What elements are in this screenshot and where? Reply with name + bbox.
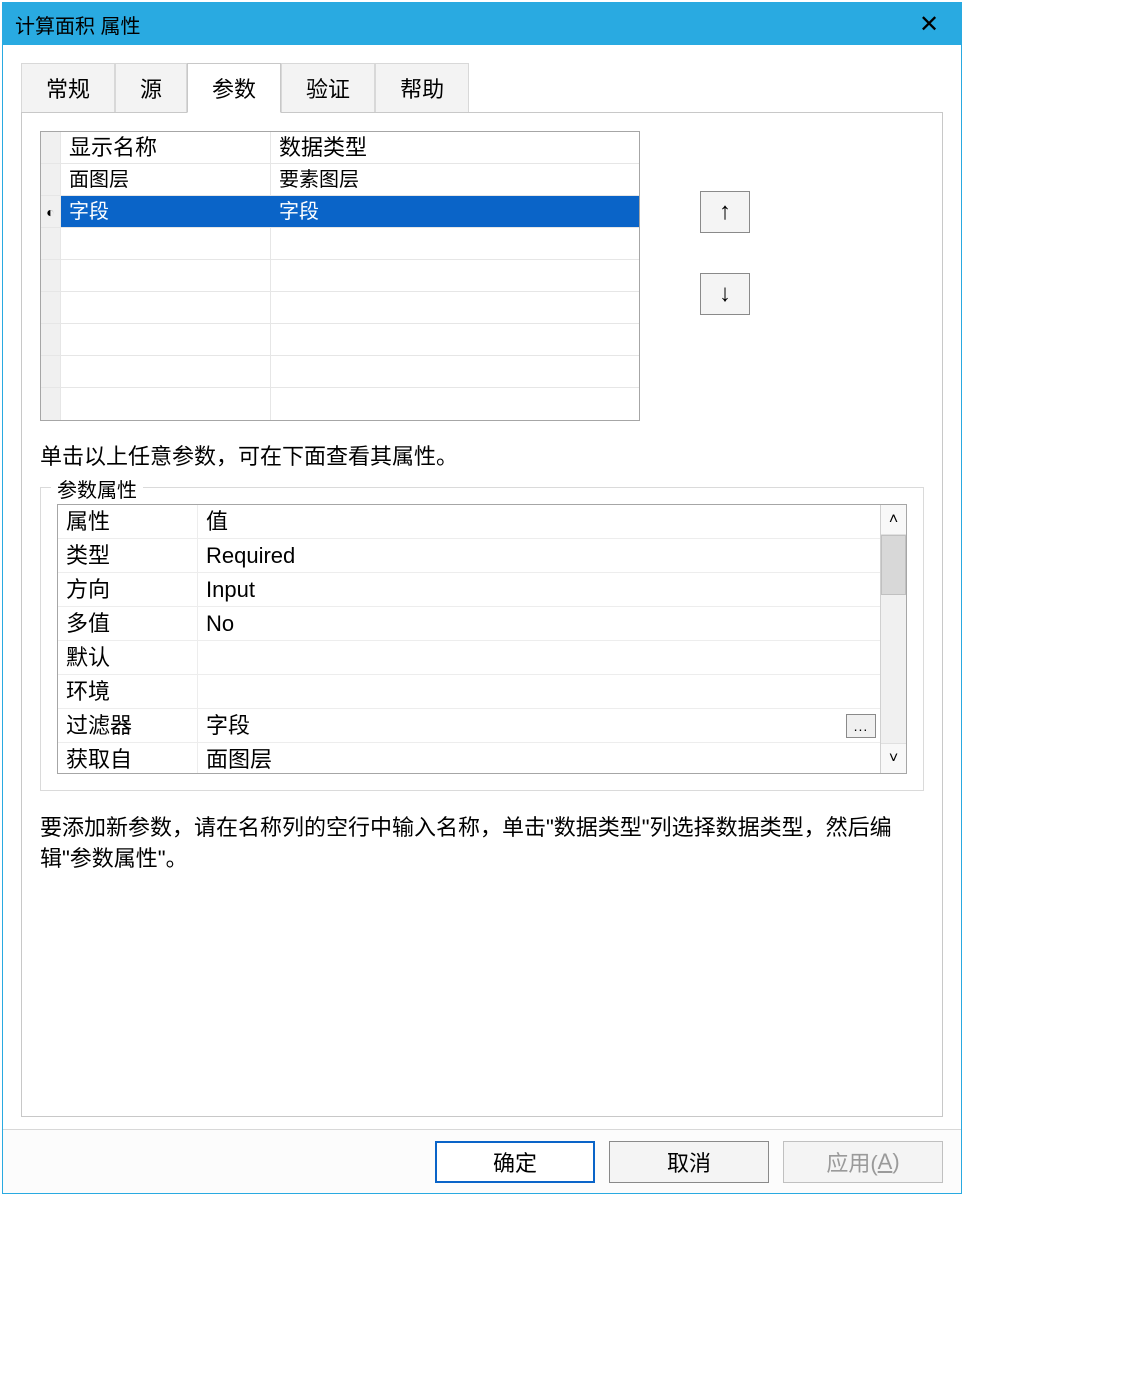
- param-row: 显示名称 数据类型 面图层 要素图层 ◐ 字段 字段: [40, 131, 924, 421]
- prop-row[interactable]: 过滤器 字段 ...: [58, 709, 880, 743]
- prop-key: 方向: [58, 573, 198, 606]
- tab-validate[interactable]: 验证: [281, 63, 375, 113]
- prop-val: 面图层: [198, 743, 880, 773]
- param-row-empty[interactable]: [41, 388, 639, 420]
- tab-source[interactable]: 源: [115, 63, 187, 113]
- param-row-item[interactable]: 面图层 要素图层: [41, 164, 639, 196]
- prop-val: Required: [198, 539, 880, 572]
- prop-row[interactable]: 获取自 面图层: [58, 743, 880, 773]
- help-text: 要添加新参数，请在名称列的空行中输入名称，单击"数据类型"列选择数据类型，然后编…: [40, 813, 924, 875]
- cancel-button[interactable]: 取消: [609, 1141, 769, 1183]
- param-row-empty[interactable]: [41, 324, 639, 356]
- close-icon[interactable]: ✕: [905, 3, 953, 45]
- tab-params[interactable]: 参数: [187, 63, 281, 113]
- ok-button[interactable]: 确定: [435, 1141, 595, 1183]
- prop-val: Input: [198, 573, 880, 606]
- prop-key: 获取自: [58, 743, 198, 773]
- param-name-cell: 字段: [61, 196, 271, 227]
- prop-row[interactable]: 方向 Input: [58, 573, 880, 607]
- prop-header-key: 属性: [58, 505, 198, 538]
- param-type-cell: 要素图层: [271, 164, 639, 195]
- scroll-down-icon[interactable]: ˅: [881, 743, 906, 773]
- prop-key: 默认: [58, 641, 198, 674]
- param-header: 显示名称 数据类型: [41, 132, 639, 164]
- tab-body: 显示名称 数据类型 面图层 要素图层 ◐ 字段 字段: [21, 112, 943, 1117]
- prop-val: No: [198, 607, 880, 640]
- browse-button[interactable]: ...: [846, 714, 876, 738]
- button-bar: 确定 取消 应用(A): [3, 1129, 961, 1193]
- apply-button[interactable]: 应用(A): [783, 1141, 943, 1183]
- prop-row[interactable]: 类型 Required: [58, 539, 880, 573]
- param-type-cell: 字段: [271, 196, 639, 227]
- prop-header-val: 值: [198, 505, 880, 538]
- arrow-down-icon: ↓: [719, 280, 731, 308]
- param-row-empty[interactable]: [41, 356, 639, 388]
- vertical-scrollbar[interactable]: ˄ ˅: [880, 505, 906, 773]
- fieldset-legend: 参数属性: [51, 474, 143, 503]
- gutter: [41, 132, 61, 163]
- param-row-empty[interactable]: [41, 260, 639, 292]
- dialog-window: 计算面积 属性 ✕ 常规 源 参数 验证 帮助 显示名称 数据类型: [2, 2, 962, 1194]
- gutter: [41, 164, 61, 195]
- prop-val: 字段 ...: [198, 709, 880, 742]
- tab-help[interactable]: 帮助: [375, 63, 469, 113]
- prop-key: 多值: [58, 607, 198, 640]
- row-marker-icon: ◐: [41, 196, 61, 227]
- prop-val: [198, 675, 880, 708]
- param-name-cell: 面图层: [61, 164, 271, 195]
- tab-strip: 常规 源 参数 验证 帮助: [21, 63, 943, 113]
- reorder-controls: ↑ ↓: [700, 131, 750, 315]
- prop-row[interactable]: 环境: [58, 675, 880, 709]
- param-row-item[interactable]: ◐ 字段 字段: [41, 196, 639, 228]
- property-table[interactable]: 属性 值 类型 Required 方向 Input 多值: [58, 505, 880, 773]
- prop-header: 属性 值: [58, 505, 880, 539]
- move-down-button[interactable]: ↓: [700, 273, 750, 315]
- move-up-button[interactable]: ↑: [700, 191, 750, 233]
- prop-row[interactable]: 默认: [58, 641, 880, 675]
- prop-row[interactable]: 多值 No: [58, 607, 880, 641]
- param-row-empty[interactable]: [41, 292, 639, 324]
- property-fieldset: 参数属性 属性 值 类型 Required 方向 Input: [40, 487, 924, 791]
- prop-key: 类型: [58, 539, 198, 572]
- prop-key: 环境: [58, 675, 198, 708]
- hint-text: 单击以上任意参数，可在下面查看其属性。: [40, 439, 924, 471]
- content-area: 常规 源 参数 验证 帮助 显示名称 数据类型 面图层 要素图层: [3, 45, 961, 1129]
- prop-key: 过滤器: [58, 709, 198, 742]
- property-table-wrap: 属性 值 类型 Required 方向 Input 多值: [57, 504, 907, 774]
- arrow-up-icon: ↑: [719, 198, 731, 226]
- param-header-name: 显示名称: [61, 132, 271, 163]
- param-row-empty[interactable]: [41, 228, 639, 260]
- scroll-thumb[interactable]: [881, 535, 906, 595]
- param-header-type: 数据类型: [271, 132, 639, 163]
- tab-general[interactable]: 常规: [21, 63, 115, 113]
- window-title: 计算面积 属性: [15, 10, 905, 39]
- titlebar: 计算面积 属性 ✕: [3, 3, 961, 45]
- prop-val: [198, 641, 880, 674]
- parameter-table[interactable]: 显示名称 数据类型 面图层 要素图层 ◐ 字段 字段: [40, 131, 640, 421]
- scroll-up-icon[interactable]: ˄: [881, 505, 906, 535]
